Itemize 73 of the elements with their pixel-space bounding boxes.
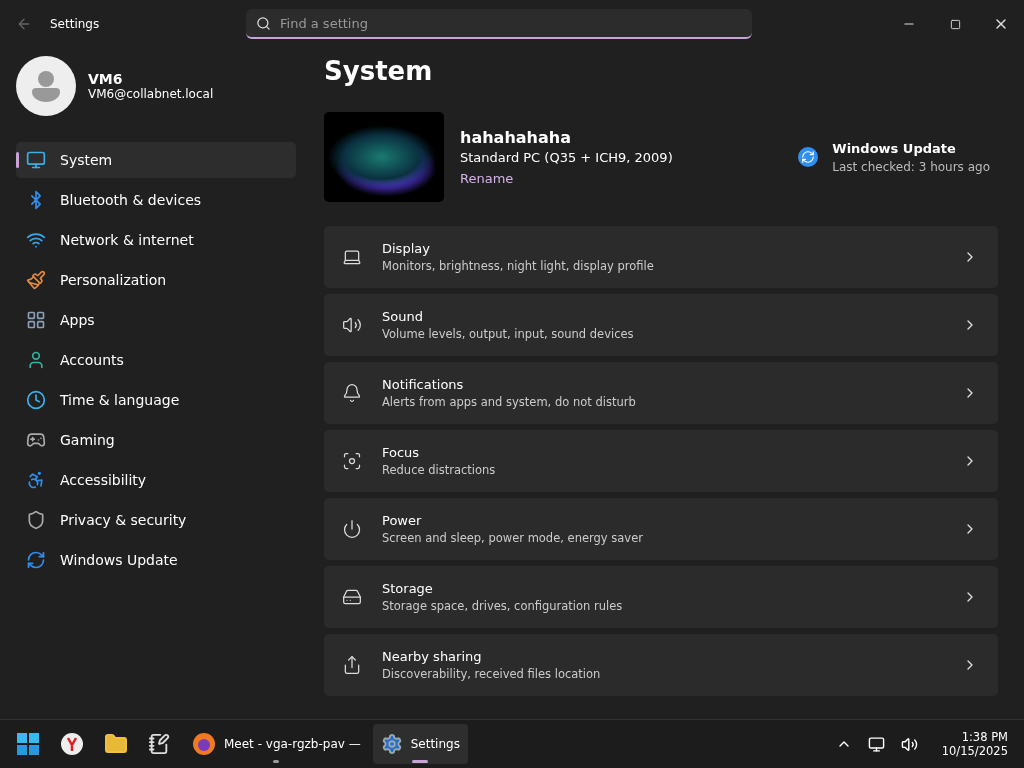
shield-icon <box>26 510 46 530</box>
device-model: Standard PC (Q35 + ICH9, 2009) <box>460 149 674 165</box>
share-icon <box>342 655 362 675</box>
taskbar-button[interactable]: Settings <box>372 724 468 765</box>
setting-description: Alerts from apps and system, do not disturb <box>382 395 637 409</box>
wifi-icon <box>26 230 46 250</box>
gamepad-icon <box>26 430 46 450</box>
clock[interactable]: 1:38 PM 10/15/2025 <box>941 730 1008 759</box>
search-field[interactable]: Find a setting <box>246 9 752 39</box>
person-silhouette-icon <box>31 70 61 102</box>
sidebar-item[interactable]: Accessibility <box>16 462 296 498</box>
sidebar-item[interactable]: Privacy & security <box>16 502 296 538</box>
settings-card[interactable]: Display Monitors, brightness, night light, display profile <box>324 226 998 288</box>
restore-icon <box>949 18 961 30</box>
settings-card[interactable]: Focus Reduce distractions <box>324 430 998 492</box>
window-title: Settings <box>50 17 101 31</box>
rename-link[interactable]: Rename <box>460 170 514 186</box>
setting-title: Display <box>382 241 431 256</box>
apps-icon <box>26 310 46 330</box>
update-icon <box>26 550 46 570</box>
settings-card[interactable]: Power Screen and sleep, power mode, energy saver <box>324 498 998 560</box>
settings-card[interactable]: Notifications Alerts from apps and system, do not disturb <box>324 362 998 424</box>
gear-icon <box>380 733 403 756</box>
sidebar-item[interactable]: Time & language <box>16 382 296 418</box>
setting-title: Storage <box>382 581 434 596</box>
firefox-icon <box>192 732 216 757</box>
running-indicator <box>412 760 429 764</box>
settings-card[interactable]: Nearby sharing Discoverability, received files location <box>324 634 998 696</box>
power-icon <box>342 519 362 539</box>
running-indicator <box>273 760 280 764</box>
accessibility-icon <box>26 470 46 490</box>
page-title: System <box>324 56 434 86</box>
user-name: VM6 <box>88 71 124 87</box>
sidebar-item[interactable]: Accounts <box>16 342 296 378</box>
settings-card[interactable]: Storage Storage space, drives, configuration rules <box>324 566 998 628</box>
user-email: VM6@collabnet.local <box>88 87 214 101</box>
setting-title: Focus <box>382 445 421 460</box>
settings-card[interactable]: Sound Volume levels, output, input, sound devices <box>324 294 998 356</box>
setting-description: Reduce distractions <box>382 463 497 477</box>
windows-logo-icon <box>16 732 40 757</box>
speaker-icon <box>342 315 362 335</box>
browser-y-icon <box>60 732 84 757</box>
person-icon <box>26 350 46 370</box>
sidebar-item[interactable]: Bluetooth & devices <box>16 182 296 218</box>
device-name: hahahahaha <box>460 127 572 147</box>
sidebar-item[interactable]: Gaming <box>16 422 296 458</box>
sidebar-item[interactable]: Personalization <box>16 262 296 298</box>
setting-title: Power <box>382 513 423 528</box>
setting-description: Storage space, drives, configuration rules <box>382 599 624 613</box>
update-status: Last checked: 3 hours ago <box>832 159 990 174</box>
update-title: Windows Update <box>832 140 957 156</box>
clock-icon <box>26 390 46 410</box>
monitor-icon <box>26 150 46 170</box>
paintbrush-icon <box>26 270 46 290</box>
focus-icon <box>342 451 362 471</box>
update-icon <box>798 147 819 167</box>
setting-description: Discoverability, received files location <box>382 667 602 681</box>
sidebar-item[interactable]: Apps <box>16 302 296 338</box>
bell-icon <box>342 383 362 403</box>
drive-icon <box>342 587 362 607</box>
setting-title: Sound <box>382 309 424 324</box>
setting-title: Nearby sharing <box>382 649 483 664</box>
notepad-icon <box>148 733 170 756</box>
sidebar-item[interactable]: Windows Update <box>16 542 296 578</box>
sidebar-item[interactable]: System <box>16 142 296 178</box>
selection-indicator <box>16 152 19 168</box>
setting-description: Monitors, brightness, night light, display profile <box>382 259 655 273</box>
setting-description: Volume levels, output, input, sound devices <box>382 327 635 341</box>
taskbar-button[interactable]: Meet - vga-rgzb-pav — <box>184 724 369 765</box>
search-icon <box>256 16 271 31</box>
sidebar-item[interactable]: Network & internet <box>16 222 296 258</box>
setting-description: Screen and sleep, power mode, energy saver <box>382 531 644 545</box>
setting-title: Notifications <box>382 377 465 392</box>
